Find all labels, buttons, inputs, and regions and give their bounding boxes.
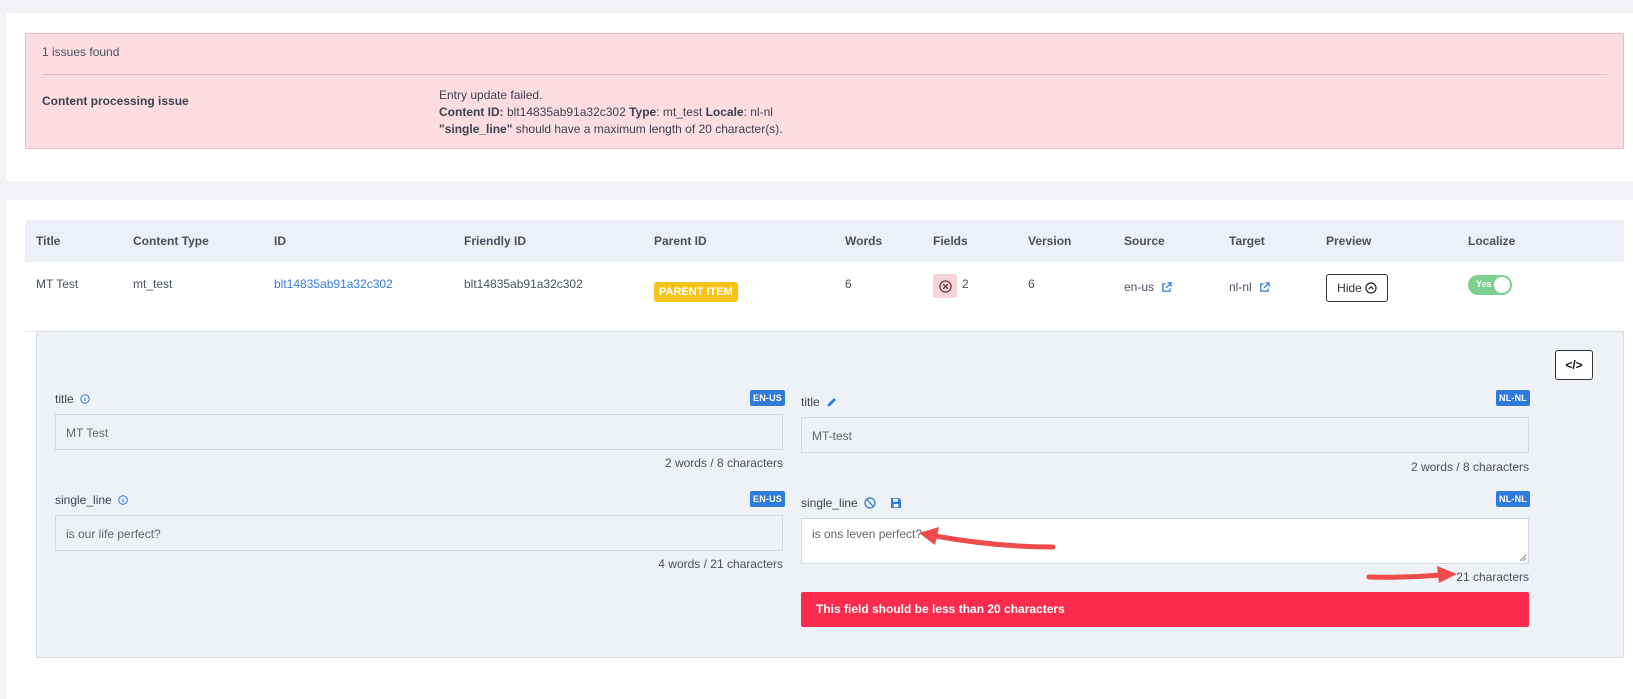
cell-friendly-id: blt14835ab91a32c302 bbox=[464, 277, 583, 291]
toggle-label: Yes bbox=[1476, 279, 1492, 289]
issue-title: Content processing issue bbox=[42, 94, 189, 108]
resize-handle-icon[interactable] bbox=[1519, 554, 1527, 562]
external-link-icon bbox=[1260, 282, 1270, 293]
chevron-up-circle-icon bbox=[1365, 282, 1377, 294]
save-icon[interactable] bbox=[890, 497, 902, 509]
target-locale-badge: NL-NL bbox=[1496, 390, 1530, 406]
cell-words: 6 bbox=[845, 277, 852, 291]
target-locale[interactable]: nl-nl bbox=[1229, 280, 1270, 294]
header-target: Target bbox=[1229, 234, 1265, 248]
info-icon[interactable] bbox=[79, 394, 90, 404]
field-label: title bbox=[801, 395, 820, 409]
issues-divider bbox=[42, 74, 1607, 75]
cell-title: MT Test bbox=[36, 277, 79, 291]
source-locale-badge: EN-US bbox=[750, 390, 786, 406]
field-label: single_line bbox=[801, 496, 858, 510]
header-fields: Fields bbox=[933, 234, 968, 248]
cell-fields: 2 bbox=[962, 277, 969, 291]
target-title-label: title bbox=[801, 395, 838, 409]
field-message: should have a maximum length of 20 chara… bbox=[512, 122, 783, 136]
table-row: MT Test mt_test blt14835ab91a32c302 blt1… bbox=[25, 262, 1624, 332]
content-id-label: Content ID: bbox=[439, 105, 504, 119]
header-localize: Localize bbox=[1468, 234, 1516, 248]
content-id-value: blt14835ab91a32c302 bbox=[503, 105, 630, 119]
issues-count: 1 issues found bbox=[42, 45, 120, 59]
hide-button-label: Hide bbox=[1337, 281, 1362, 295]
header-id: ID bbox=[274, 234, 286, 248]
pencil-edit-icon[interactable] bbox=[826, 396, 838, 408]
locale-value: : nl-nl bbox=[743, 105, 773, 119]
preview-panel: </> title EN-US MT Test 2 words / 8 char… bbox=[36, 331, 1624, 658]
locale-label: Locale bbox=[705, 105, 744, 119]
source-title-meta: 2 words / 8 characters bbox=[664, 456, 783, 470]
localize-toggle[interactable]: Yes bbox=[1468, 275, 1512, 295]
header-source: Source bbox=[1124, 234, 1165, 248]
target-title-field[interactable]: MT-test bbox=[801, 417, 1529, 453]
parent-item-badge: PARENT ITEM bbox=[654, 282, 738, 302]
issue-line-2: Content ID: blt14835ab91a32c302 Type: mt… bbox=[439, 104, 783, 121]
issue-line-3: "single_line" should have a maximum leng… bbox=[439, 121, 783, 138]
table-header: Title Content Type ID Friendly ID Parent… bbox=[25, 220, 1624, 262]
source-title-field: MT Test bbox=[55, 414, 783, 450]
cell-content-type: mt_test bbox=[133, 277, 173, 291]
field-name: "single_line" bbox=[439, 122, 513, 136]
field-error-icon[interactable] bbox=[933, 274, 957, 298]
hide-preview-button[interactable]: Hide bbox=[1326, 274, 1388, 302]
annotation-arrow-icon bbox=[919, 527, 1056, 550]
issues-card: 1 issues found Content processing issue … bbox=[6, 13, 1633, 181]
header-title: Title bbox=[36, 234, 61, 248]
source-single-line-label: single_line bbox=[55, 493, 128, 507]
cell-version: 6 bbox=[1028, 277, 1035, 291]
field-label: title bbox=[55, 392, 74, 406]
target-locale-label: nl-nl bbox=[1229, 280, 1252, 294]
toggle-knob bbox=[1494, 277, 1510, 293]
source-single-line-field: is our life perfect? bbox=[55, 515, 783, 551]
header-preview: Preview bbox=[1326, 234, 1372, 248]
target-locale-badge: NL-NL bbox=[1496, 491, 1530, 507]
header-content-type: Content Type bbox=[133, 234, 209, 248]
header-parent-id: Parent ID bbox=[654, 234, 707, 248]
source-title-label: title bbox=[55, 392, 90, 406]
target-single-line-textarea[interactable]: is ons leven perfect? bbox=[801, 518, 1529, 564]
code-view-button[interactable]: </> bbox=[1555, 350, 1593, 380]
field-label: single_line bbox=[55, 493, 112, 507]
type-label: Type bbox=[629, 105, 657, 119]
annotation-arrow-icon bbox=[1366, 566, 1457, 583]
source-single-line-meta: 4 words / 21 characters bbox=[658, 557, 783, 571]
issue-line-1: Entry update failed. bbox=[439, 88, 543, 102]
issue-detail: Entry update failed. Content ID: blt1483… bbox=[439, 87, 783, 138]
cancel-icon[interactable] bbox=[864, 497, 876, 509]
source-locale-label: en-us bbox=[1124, 280, 1155, 294]
type-value: : mt_test bbox=[656, 105, 706, 119]
header-version: Version bbox=[1028, 234, 1072, 248]
entry-id-link[interactable]: blt14835ab91a32c302 bbox=[274, 277, 393, 291]
content-card: Title Content Type ID Friendly ID Parent… bbox=[6, 200, 1633, 699]
source-locale[interactable]: en-us bbox=[1124, 280, 1173, 294]
source-locale-badge: EN-US bbox=[750, 491, 786, 507]
issues-alert: 1 issues found Content processing issue … bbox=[25, 33, 1624, 149]
target-title-meta: 2 words / 8 characters bbox=[1410, 460, 1529, 474]
header-words: Words bbox=[845, 234, 883, 248]
field-error-message: This field should be less than 20 charac… bbox=[801, 592, 1529, 627]
target-single-line-label: single_line bbox=[801, 496, 902, 510]
info-icon[interactable] bbox=[117, 495, 128, 505]
header-friendly-id: Friendly ID bbox=[464, 234, 527, 248]
external-link-icon bbox=[1162, 282, 1173, 293]
